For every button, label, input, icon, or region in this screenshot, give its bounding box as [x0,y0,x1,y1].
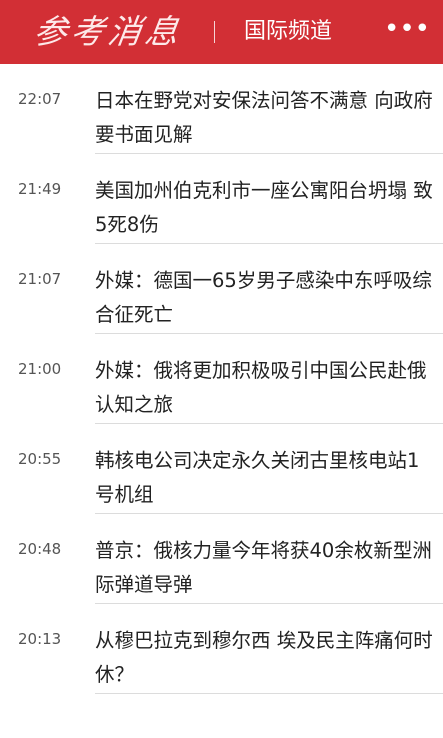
news-headline[interactable]: 外媒：俄将更加积极吸引中国公民赴俄认知之旅 [95,354,438,422]
news-time: 21:49 [18,180,62,198]
news-item[interactable]: 20:48 普京：俄核力量今年将获40余枚新型洲际弹道导弹 [0,514,443,604]
news-time: 20:48 [18,540,62,558]
top-bar: 参考消息 国际频道 ••• [0,0,443,64]
item-separator [95,693,443,694]
news-headline[interactable]: 普京：俄核力量今年将获40余枚新型洲际弹道导弹 [95,534,438,602]
news-headline[interactable]: 外媒：德国一65岁男子感染中东呼吸综合征死亡 [95,264,438,332]
news-item[interactable]: 21:49 美国加州伯克利市一座公寓阳台坍塌 致5死8伤 [0,154,443,244]
news-headline[interactable]: 美国加州伯克利市一座公寓阳台坍塌 致5死8伤 [95,174,438,242]
news-time: 21:07 [18,270,62,288]
news-headline[interactable]: 韩核电公司决定永久关闭古里核电站1号机组 [95,444,438,512]
news-headline[interactable]: 从穆巴拉克到穆尔西 埃及民主阵痛何时休？ [95,624,438,692]
news-item[interactable]: 20:13 从穆巴拉克到穆尔西 埃及民主阵痛何时休？ [0,604,443,694]
news-item[interactable]: 22:07 日本在野党对安保法问答不满意 向政府要书面见解 [0,64,443,154]
header-divider [214,21,215,43]
news-headline[interactable]: 日本在野党对安保法问答不满意 向政府要书面见解 [95,84,438,152]
news-item[interactable]: 20:55 韩核电公司决定永久关闭古里核电站1号机组 [0,424,443,514]
news-time: 21:00 [18,360,62,378]
news-time: 20:13 [18,630,62,648]
news-time: 22:07 [18,90,62,108]
channel-title: 国际频道 [244,19,333,44]
ellipsis-icon[interactable]: ••• [384,14,430,48]
news-time: 20:55 [18,450,62,468]
news-item[interactable]: 21:00 外媒：俄将更加积极吸引中国公民赴俄认知之旅 [0,334,443,424]
news-list: 22:07 日本在野党对安保法问答不满意 向政府要书面见解 21:49 美国加州… [0,64,443,694]
app-logo[interactable]: 参考消息 [31,10,185,54]
news-item[interactable]: 21:07 外媒：德国一65岁男子感染中东呼吸综合征死亡 [0,244,443,334]
